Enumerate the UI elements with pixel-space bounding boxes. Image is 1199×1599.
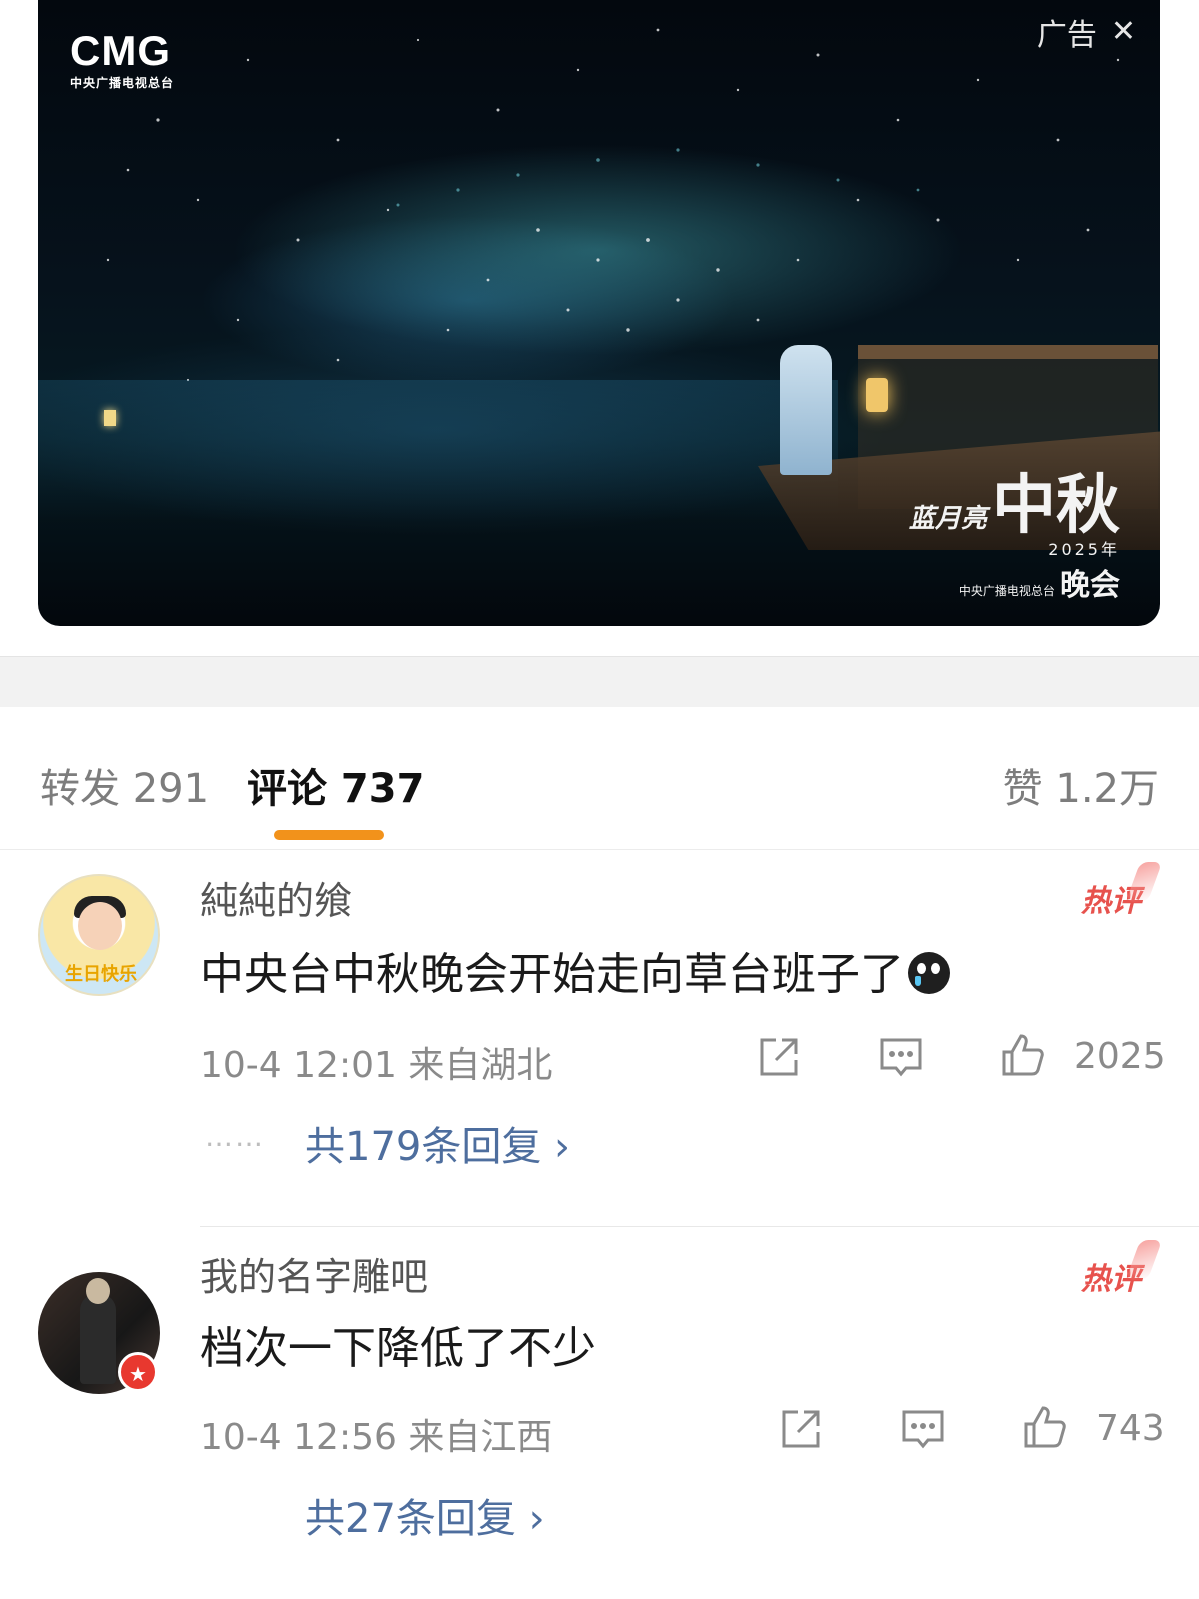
cmg-logo: CMG 中央广播电视总台: [70, 30, 174, 91]
like-icon[interactable]: [1000, 1032, 1046, 1078]
close-icon[interactable]: ✕: [1111, 17, 1136, 47]
performer-figure: [780, 345, 832, 475]
avatar-figure: [80, 1294, 116, 1384]
like-count: 743: [1096, 1408, 1165, 1449]
like-count: 2025: [1074, 1036, 1166, 1077]
crying-face-icon: [908, 952, 950, 994]
gala-logo: 蓝月亮 中秋 2025年 中央广播电视总台 晚会: [908, 474, 1120, 604]
username[interactable]: 我的名字雕吧: [200, 1246, 428, 1301]
video-player[interactable]: CMG 中央广播电视总台 广告 ✕ 蓝月亮 中秋 2025年 中央广播电视总台 …: [38, 0, 1160, 626]
like-icon[interactable]: [1022, 1404, 1068, 1450]
distant-light: [104, 410, 116, 426]
section-divider: [0, 656, 1199, 707]
share-icon[interactable]: [778, 1406, 824, 1452]
active-tab-indicator: [274, 830, 384, 840]
reply-icon[interactable]: [878, 1034, 924, 1080]
tab-repost[interactable]: 转发 291: [40, 756, 209, 814]
reply-dots: ……: [205, 1120, 265, 1153]
gala-brand: 蓝月亮: [908, 504, 987, 534]
ad-tag: 广告 ✕: [1037, 10, 1136, 54]
hot-comment-badge: 热评: [1081, 876, 1141, 920]
comment-text: 中央台中秋晚会开始走向草台班子了: [200, 938, 950, 1002]
username[interactable]: 純純的飨: [200, 870, 352, 925]
interaction-tabs: 转发 291 评论 737 赞 1.2万: [0, 706, 1199, 850]
comment-text-body: 中央台中秋晚会开始走向草台班子了: [200, 949, 904, 1000]
avatar-head: [86, 1278, 110, 1304]
lake-reflection: [38, 380, 838, 520]
avatar-caption: 生日快乐: [65, 964, 137, 985]
comment-divider: [200, 1226, 1199, 1227]
verified-star-icon: ★: [118, 1352, 158, 1392]
gala-title-sub: 晚会: [1060, 568, 1120, 603]
tab-comments[interactable]: 评论 737: [247, 756, 424, 814]
ad-label: 广告: [1036, 18, 1097, 53]
view-replies-link[interactable]: 共179条回复 ›: [305, 1114, 570, 1172]
avatar-face: [78, 902, 122, 950]
hot-comment-badge: 热评: [1081, 1254, 1141, 1298]
tab-likes[interactable]: 赞 1.2万: [1003, 756, 1159, 814]
comment-meta: 10-4 12:56 来自江西: [200, 1417, 553, 1458]
share-icon[interactable]: [756, 1034, 802, 1080]
avatar[interactable]: 生日快乐: [38, 874, 160, 996]
gala-title-main: 中秋: [992, 468, 1120, 543]
gala-org: 中央广播电视总台: [958, 584, 1055, 598]
view-replies-link[interactable]: 共27条回复 ›: [305, 1486, 545, 1544]
cmg-logo-text: CMG: [70, 27, 171, 74]
comment-text: 档次一下降低了不少: [200, 1323, 596, 1374]
cmg-logo-subtitle: 中央广播电视总台: [70, 76, 175, 90]
lantern: [866, 378, 888, 412]
comment-meta: 10-4 12:01 来自湖北: [200, 1045, 553, 1086]
reply-icon[interactable]: [900, 1406, 946, 1452]
